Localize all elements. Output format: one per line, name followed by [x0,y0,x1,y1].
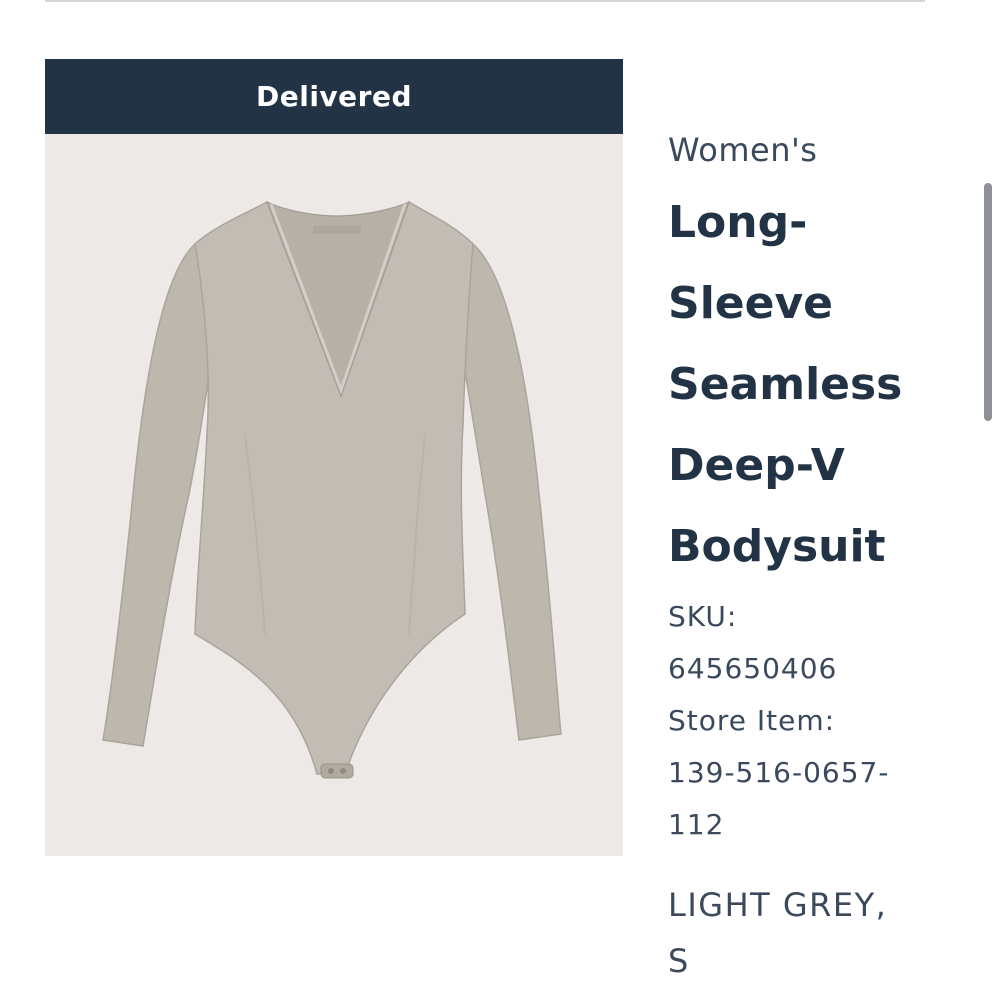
variant-size: S [668,942,690,980]
product-title[interactable]: Long- Sleeve Seamless Deep-V Bodysuit [668,182,930,587]
product-title-line: Sleeve [668,278,833,329]
product-title-line: Deep-V [668,440,845,491]
product-title-line: Seamless [668,359,903,410]
status-banner: Delivered [45,59,623,134]
store-item-value-line: 112 [668,808,725,841]
order-item-detail: Delivered Women's Long- Sleeve Seamless … [0,0,1000,1000]
status-label: Delivered [255,80,412,113]
product-image[interactable] [45,134,623,856]
product-media[interactable]: Delivered [45,59,623,856]
bodysuit-image [45,134,623,856]
product-title-line: Long- [668,197,808,248]
product-title-line: Bodysuit [668,521,886,572]
product-meta: SKU: 645650406 Store Item: 139-516-0657-… [668,591,930,851]
product-details: Women's Long- Sleeve Seamless Deep-V Bod… [668,128,930,989]
product-category: Women's [668,131,818,169]
store-item-label: Store Item: [668,704,836,737]
sku-value: 645650406 [668,652,838,685]
variant-color: LIGHT GREY, [668,886,888,924]
top-divider [45,0,925,2]
scrollbar-thumb[interactable] [984,183,992,421]
store-item-value-line: 139-516-0657- [668,756,890,789]
product-variant: LIGHT GREY, S [668,877,930,989]
sku-label: SKU: [668,600,738,633]
